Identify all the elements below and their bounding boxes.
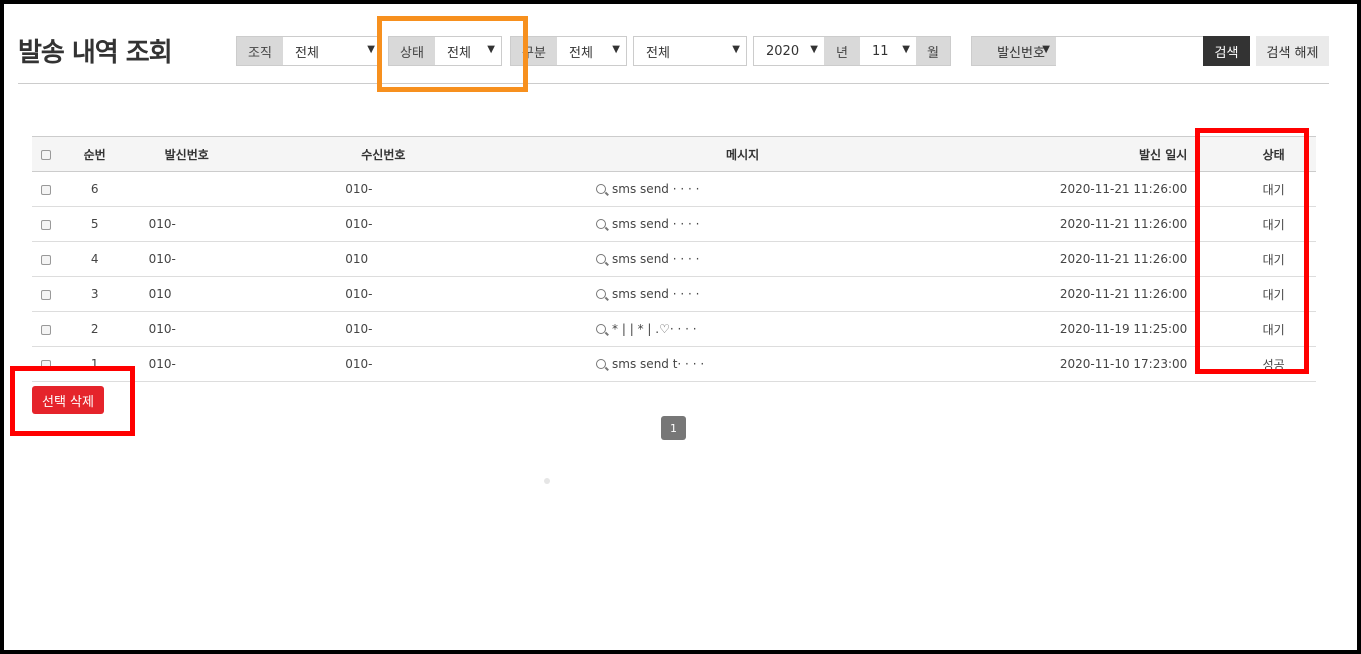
date-filter[interactable]: 2020 ▼ 년 11 ▼ 월	[753, 36, 951, 66]
type2-select[interactable]: 전체 ▼	[634, 37, 746, 65]
sender-select-label: 발신번호	[997, 45, 1045, 61]
type2-select-value: 전체	[646, 45, 670, 61]
col-header-message: 메시지	[536, 136, 1019, 172]
row-message[interactable]: sms send · · · ·	[536, 276, 1019, 312]
row-message-text: sms send · · · ·	[612, 182, 700, 196]
row-message-text: sms send · · · ·	[612, 287, 700, 301]
table-row[interactable]: 4 010- 010 sms send · · · · 2020-11-21 1…	[32, 241, 1316, 277]
row-from: 010-	[128, 241, 256, 277]
loading-dot	[544, 478, 550, 484]
row-from: 010-	[128, 206, 256, 242]
status-filter-highlight	[377, 16, 528, 92]
row-no: 4	[60, 241, 129, 277]
checkbox-icon	[41, 184, 52, 195]
checkbox-icon	[41, 324, 52, 335]
row-no: 3	[60, 276, 129, 312]
page-title: 발송 내역 조회	[18, 38, 173, 68]
chevron-down-icon: ▼	[902, 44, 910, 55]
col-header-no: 순번	[60, 136, 129, 172]
zoom-in-icon[interactable]	[596, 323, 607, 334]
org-select-value: 전체	[295, 45, 319, 61]
table-header-row: 순번 발신번호 수신번호 메시지 발신 일시 상태	[32, 136, 1316, 172]
chevron-down-icon: ▼	[1042, 44, 1050, 55]
row-checkbox[interactable]	[32, 206, 61, 242]
row-checkbox[interactable]	[32, 241, 61, 277]
table-row[interactable]: 2 010- 010- * | | * | .♡· · · · 2020-11-…	[32, 311, 1316, 347]
chevron-down-icon: ▼	[367, 44, 375, 55]
row-message[interactable]: * | | * | .♡· · · ·	[536, 311, 1019, 347]
row-no: 2	[60, 311, 129, 347]
row-no: 5	[60, 206, 129, 242]
year-label: 년	[824, 37, 860, 65]
row-to: 010-	[255, 311, 537, 347]
header-divider	[18, 83, 1329, 84]
checkbox-icon	[41, 149, 52, 160]
row-from	[128, 171, 256, 207]
year-select[interactable]: 2020 ▼	[754, 37, 824, 65]
month-label: 월	[916, 37, 950, 65]
send-history-table: 순번 발신번호 수신번호 메시지 발신 일시 상태 6 010- sms sen…	[32, 136, 1316, 382]
row-from: 010	[128, 276, 256, 312]
row-checkbox[interactable]	[32, 311, 61, 347]
type-select-value: 전체	[569, 45, 593, 61]
row-message-text: sms send · · · ·	[612, 252, 700, 266]
type2-filter[interactable]: 전체 ▼	[633, 36, 747, 66]
chevron-down-icon: ▼	[612, 44, 620, 55]
search-input[interactable]	[1056, 37, 1203, 67]
org-filter-label: 조직	[237, 37, 283, 65]
org-filter[interactable]: 조직 전체 ▼	[236, 36, 382, 66]
col-header-to: 수신번호	[255, 136, 537, 172]
row-to: 010	[255, 241, 537, 277]
zoom-in-icon[interactable]	[596, 183, 607, 194]
zoom-in-icon[interactable]	[596, 218, 607, 229]
row-message[interactable]: sms send · · · ·	[536, 241, 1019, 277]
row-to: 010-	[255, 171, 537, 207]
checkbox-icon	[41, 254, 52, 265]
checkbox-icon	[41, 289, 52, 300]
delete-button-highlight	[10, 366, 135, 436]
row-from: 010-	[128, 311, 256, 347]
row-checkbox[interactable]	[32, 171, 61, 207]
zoom-in-icon[interactable]	[596, 253, 607, 264]
zoom-in-icon[interactable]	[596, 288, 607, 299]
chevron-down-icon: ▼	[810, 44, 818, 55]
search-button[interactable]: 검색	[1203, 36, 1250, 66]
zoom-in-icon[interactable]	[596, 358, 607, 369]
row-message-text: sms send t· · · ·	[612, 357, 705, 371]
status-column-highlight	[1195, 128, 1309, 374]
checkbox-icon	[41, 219, 52, 230]
row-message[interactable]: sms send t· · · ·	[536, 346, 1019, 382]
year-select-value: 2020	[766, 43, 800, 59]
row-no: 6	[60, 171, 129, 207]
col-header-from: 발신번호	[128, 136, 256, 172]
select-all-checkbox[interactable]	[32, 136, 61, 172]
type-select[interactable]: 전체 ▼	[557, 37, 626, 65]
clear-search-button[interactable]: 검색 해제	[1256, 36, 1329, 66]
row-to: 010-	[255, 276, 537, 312]
row-to: 010-	[255, 206, 537, 242]
chevron-down-icon: ▼	[732, 44, 740, 55]
row-message-text: * | | * | .♡· · · ·	[612, 322, 697, 336]
table-row[interactable]: 5 010- 010- sms send · · · · 2020-11-21 …	[32, 206, 1316, 242]
month-select-value: 11	[872, 43, 889, 59]
row-message-text: sms send · · · ·	[612, 217, 700, 231]
pagination-page[interactable]: 1	[661, 416, 686, 440]
row-message[interactable]: sms send · · · ·	[536, 171, 1019, 207]
month-select[interactable]: 11 ▼	[860, 37, 916, 65]
row-to: 010-	[255, 346, 537, 382]
row-message[interactable]: sms send · · · ·	[536, 206, 1019, 242]
sender-search[interactable]: 발신번호 ▼	[971, 36, 1204, 67]
row-from: 010-	[128, 346, 256, 382]
org-select[interactable]: 전체 ▼	[283, 37, 381, 65]
table-row[interactable]: 1 010- 010- sms send t· · · · 2020-11-10…	[32, 346, 1316, 382]
sender-select[interactable]: 발신번호 ▼	[972, 37, 1056, 65]
table-row[interactable]: 3 010 010- sms send · · · · 2020-11-21 1…	[32, 276, 1316, 312]
table-row[interactable]: 6 010- sms send · · · · 2020-11-21 11:26…	[32, 171, 1316, 207]
row-checkbox[interactable]	[32, 276, 61, 312]
